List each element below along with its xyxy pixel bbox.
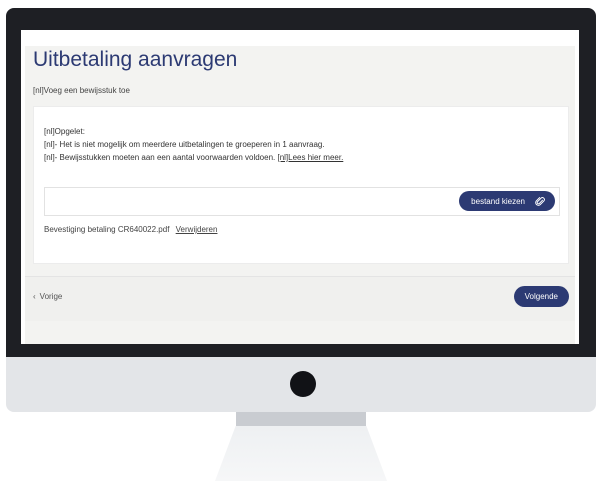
next-button[interactable]: Volgende bbox=[513, 286, 569, 307]
upload-card: [nl]Opgelet: [nl]- Het is niet mogelijk … bbox=[33, 106, 569, 264]
notice-heading: [nl]Opgelet: bbox=[44, 127, 85, 136]
page-title: Uitbetaling aanvragen bbox=[33, 48, 238, 71]
choose-file-label: bestand kiezen bbox=[471, 196, 525, 206]
file-upload-field[interactable]: bestand kiezen bbox=[44, 187, 560, 216]
notice-line-grouping: [nl]- Het is niet mogelijk om meerdere u… bbox=[44, 140, 325, 149]
chevron-left-icon: ‹ bbox=[33, 292, 36, 301]
monitor-logo-dot bbox=[290, 371, 316, 397]
read-more-link[interactable]: [nl]Lees hier meer. bbox=[277, 153, 343, 162]
choose-file-button[interactable]: bestand kiezen bbox=[459, 191, 555, 211]
paperclip-icon bbox=[535, 196, 545, 207]
monitor-stand-neck bbox=[236, 412, 366, 426]
payout-request-page: Uitbetaling aanvragen [nl]Voeg een bewij… bbox=[25, 46, 575, 344]
previous-label: Vorige bbox=[39, 292, 63, 301]
page-subtitle: [nl]Voeg een bewijsstuk toe bbox=[33, 86, 130, 95]
notice-line-conditions: [nl]- Bewijsstukken moeten aan een aanta… bbox=[44, 151, 343, 164]
attached-file: Bevestiging betaling CR640022.pdf Verwij… bbox=[44, 225, 217, 234]
monitor-stand-base bbox=[215, 426, 387, 481]
remove-file-link[interactable]: Verwijderen bbox=[176, 225, 218, 234]
notice: [nl]Opgelet: [nl]- Het is niet mogelijk … bbox=[44, 125, 343, 164]
attached-file-name: Bevestiging betaling CR640022.pdf bbox=[44, 225, 170, 234]
footer-navigation: ‹ Vorige Volgende bbox=[25, 276, 575, 321]
previous-button[interactable]: ‹ Vorige bbox=[33, 292, 62, 301]
notice-conditions-text: [nl]- Bewijsstukken moeten aan een aanta… bbox=[44, 153, 278, 162]
screen: Uitbetaling aanvragen [nl]Voeg een bewij… bbox=[21, 30, 579, 344]
